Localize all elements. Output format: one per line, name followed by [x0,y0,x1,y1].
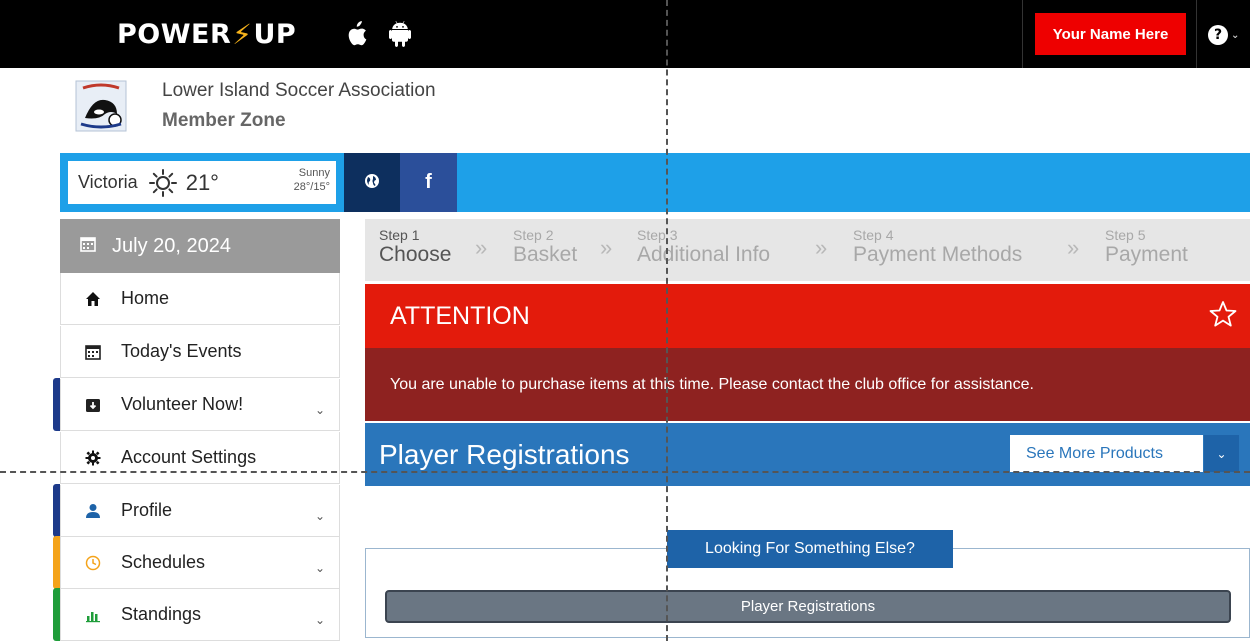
vertical-guide-line [666,0,668,641]
see-more-products-button[interactable]: See More Products [1010,435,1203,472]
weather-temperature: 21° [185,169,219,195]
step-label: Payment Methods [853,243,1023,266]
logo-text-power: POWER [117,18,232,50]
sidebar-item-todays-events[interactable]: Today's Events [60,326,340,378]
chevron-down-icon: ⌄ [1231,29,1240,41]
powerup-logo[interactable]: POWER ⚡ UP [117,14,296,54]
chevron-down-icon[interactable]: ⌄ [1204,435,1239,472]
attention-header: ATTENTION [365,284,1250,348]
player-registrations-button[interactable]: Player Registrations [385,590,1231,623]
sidebar-item-label: Account Settings [121,447,257,467]
gear-icon [83,448,103,468]
step-payment[interactable]: Step 5 Payment [1105,227,1188,267]
sun-icon [148,168,178,198]
chevron-right-icon: » [1067,235,1080,260]
weather-widget: Victoria 21° Sunny 28°/15° [68,161,336,204]
looking-for-heading: Looking For Something Else? [667,530,953,568]
facebook-icon: f [425,171,432,193]
step-basket[interactable]: Step 2 Basket [513,227,577,267]
step-number: Step 2 [513,227,554,243]
website-button[interactable] [344,153,400,212]
sidebar-item-label: Standings [121,604,202,624]
home-icon [83,289,103,309]
apple-icon[interactable] [343,20,369,48]
weather-condition-text: Sunny [298,167,330,179]
volunteer-icon [83,395,103,415]
chevron-down-icon: ⌄ [314,613,325,627]
checkout-steps: Step 1 Choose » Step 2 Basket » Step 3 A… [365,219,1250,281]
current-date-bar: July 20, 2024 [60,219,340,273]
product-category-header: Player Registrations See More Products ⌄ [365,423,1250,486]
chevron-down-icon: ⌄ [314,509,325,523]
logo-text-up: UP [253,18,297,50]
horizontal-guide-line [0,471,1250,473]
step-label: Additional Info [637,243,771,266]
organization-name: Lower Island Soccer Association [162,80,436,101]
step-number: Step 3 [637,227,678,243]
weather-condition: Sunny 28°/15° [294,166,330,194]
chevron-down-icon: ⌄ [314,403,325,417]
step-label: Choose [379,243,452,266]
topbar-divider [1196,0,1197,68]
android-icon[interactable] [387,20,413,48]
weather-city: Victoria [78,172,138,192]
chevron-right-icon: » [475,235,488,260]
chevron-down-icon: ⌄ [314,561,325,575]
calendar-icon [83,342,103,362]
sidebar-item-schedules[interactable]: Schedules ⌄ [53,536,340,589]
step-choose[interactable]: Step 1 Choose [379,227,451,267]
user-name-button[interactable]: Your Name Here [1035,13,1186,55]
step-label: Basket [513,243,578,266]
member-zone-label: Member Zone [162,110,286,131]
step-additional-info[interactable]: Step 3 Additional Info [637,227,770,267]
sidebar-item-label: Today's Events [121,341,242,361]
calendar-icon [80,235,96,258]
product-category-title: Player Registrations [379,439,630,470]
step-payment-methods[interactable]: Step 4 Payment Methods [853,227,1022,267]
globe-icon [364,173,380,193]
sidebar-item-standings[interactable]: Standings ⌄ [53,588,340,641]
sidebar-item-account-settings[interactable]: Account Settings [60,432,340,484]
attention-message: You are unable to purchase items at this… [365,348,1250,421]
sidebar-item-profile[interactable]: Profile ⌄ [53,484,340,537]
facebook-button[interactable]: f [400,153,457,212]
help-menu-button[interactable]: ? ⌄ [1208,22,1239,48]
step-label: Payment [1105,243,1188,266]
sidebar-item-home[interactable]: Home [60,273,340,325]
star-icon[interactable] [1208,299,1238,329]
chevron-right-icon: » [815,235,828,260]
user-icon [83,501,103,521]
weather-range: 28°/15° [293,181,330,193]
sidebar-item-label: Profile [121,500,173,520]
sidebar-item-volunteer-now[interactable]: Volunteer Now! ⌄ [53,378,340,431]
help-icon: ? [1208,25,1228,45]
current-date: July 20, 2024 [112,234,231,257]
step-number: Step 1 [379,227,420,243]
step-number: Step 5 [1105,227,1146,243]
orca-crest-logo[interactable] [75,80,127,132]
attention-title: ATTENTION [390,301,530,330]
topbar-divider [1022,0,1023,68]
sidebar-item-label: Volunteer Now! [121,394,244,414]
lightning-bolt-icon: ⚡ [232,17,253,51]
clock-icon [83,553,103,573]
step-number: Step 4 [853,227,894,243]
bar-chart-icon [83,605,103,625]
chevron-right-icon: » [600,235,613,260]
sidebar-item-label: Schedules [121,552,206,572]
top-navbar: POWER ⚡ UP Your Name Here ? ⌄ [0,0,1250,68]
sidebar-item-label: Home [121,288,170,308]
